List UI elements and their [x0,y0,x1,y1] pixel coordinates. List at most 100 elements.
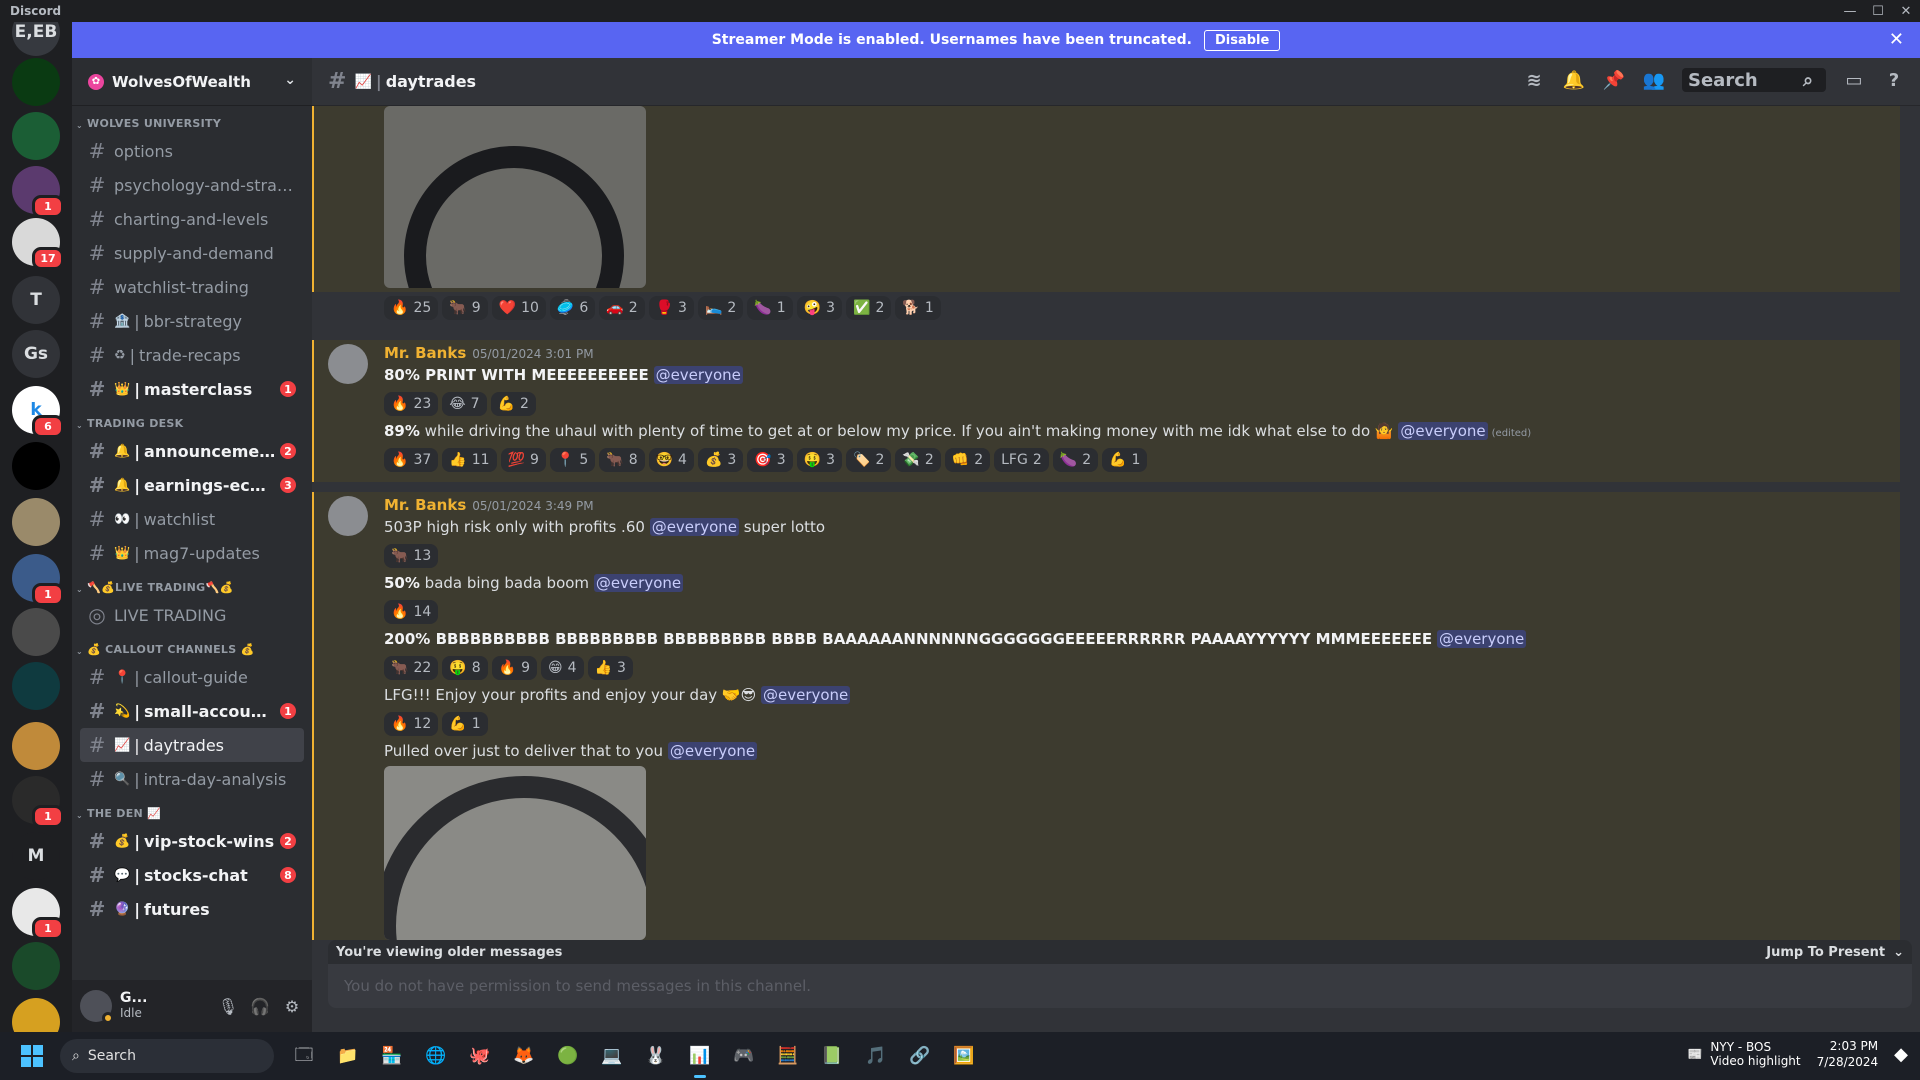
taskbar-app-icon[interactable]: 📊 [684,1040,716,1078]
category-header[interactable]: ⌄ 🪓💰LIVE TRADING🪓💰 [72,570,312,598]
everyone-mention[interactable]: @everyone [667,742,758,760]
server-icon[interactable] [12,112,60,160]
channel-item[interactable]: # supply-and-demand [80,236,304,270]
reaction-pill[interactable]: 🍆 1 [747,296,793,320]
category-header[interactable]: ⌄ TRADING DESK [72,406,312,434]
server-icon[interactable]: E,EB [12,22,60,56]
reaction-pill[interactable]: 🔥 9 [491,656,537,680]
server-icon[interactable]: 17 [12,218,64,270]
channel-item[interactable]: # 💫|small-account-...1 [80,694,304,728]
bell-icon[interactable]: 🔔 [1562,70,1586,91]
reaction-pill[interactable]: 🐂 9 [442,296,488,320]
server-icon[interactable]: 1 [12,554,64,606]
taskbar-app-icon[interactable]: 🟢 [552,1040,584,1072]
news-widget[interactable]: 📰 NYY - BOS Video highlight [1687,1040,1800,1068]
taskbar-app-icon[interactable]: 🎵 [860,1040,892,1072]
inbox-icon[interactable]: ▭ [1842,70,1866,91]
channel-item[interactable]: # 🔍 | intra-day-analysis [80,762,304,796]
channel-item[interactable]: # 🔔 | announcements 2 [80,434,304,468]
taskbar-app-icon[interactable]: 🐙 [464,1040,496,1072]
close-window-button[interactable]: ✕ [1892,0,1920,22]
reaction-pill[interactable]: 💯 9 [500,448,546,472]
server-icon[interactable] [12,662,60,710]
search-input[interactable]: Search ⌕ [1682,68,1826,92]
reaction-pill[interactable]: 🔥 25 [384,296,439,320]
reaction-pill[interactable]: 🐂 13 [384,544,439,568]
gear-icon[interactable]: ⚙ [280,994,304,1018]
pin-icon[interactable]: 📌 [1602,70,1626,91]
server-icon[interactable]: 1 [12,776,64,828]
server-icon[interactable]: T [12,276,60,324]
disable-streamer-button[interactable]: Disable [1203,29,1281,51]
taskbar-app-icon[interactable]: 🎮 [728,1040,760,1072]
server-icon[interactable] [12,58,60,106]
reaction-pill[interactable]: LFG 2 [994,448,1049,472]
reaction-pill[interactable]: 🔥 12 [384,712,439,736]
avatar[interactable] [80,990,114,1024]
channel-item[interactable]: # charting-and-levels [80,202,304,236]
channel-item[interactable]: # 💰 | vip-stock-wins 2 [80,824,304,858]
channel-item[interactable]: # 📍 | callout-guide [80,660,304,694]
start-button[interactable] [8,1032,56,1080]
server-icon[interactable] [12,498,60,546]
server-icon[interactable] [12,998,60,1032]
reaction-pill[interactable]: 👊 2 [944,448,991,472]
channel-item[interactable]: # ♻ | trade-recaps [80,338,304,372]
everyone-mention[interactable]: @everyone [761,686,851,704]
taskbar-app-icon[interactable]: 🌐 [420,1040,452,1072]
reaction-pill[interactable]: 💰 3 [697,448,744,472]
everyone-mention[interactable]: @everyone [593,574,684,592]
attachment-image[interactable] [384,766,646,940]
channel-item[interactable]: # 👑 | mag7-updates [80,536,304,570]
everyone-mention[interactable]: @everyone [1436,630,1527,648]
channel-item[interactable]: # 💬 | stocks-chat 8 [80,858,304,892]
taskbar-app-icon[interactable]: 🔗 [904,1040,936,1072]
reaction-pill[interactable]: 🔥 23 [384,392,439,416]
reaction-pill[interactable]: 👍 11 [442,448,497,472]
message-author[interactable]: Mr. Banks 05/01/2024 3:01 PM [384,344,594,362]
guild-header[interactable]: ✿ WolvesOfWealth ⌄ [72,58,312,106]
reaction-pill[interactable]: 💸 2 [895,448,941,472]
server-icon[interactable] [12,608,60,656]
channel-item[interactable]: # 🏦 | bbr-strategy [80,304,304,338]
server-icon[interactable]: M [12,832,60,880]
author-avatar[interactable] [328,496,368,536]
reaction-pill[interactable]: 😂 7 [442,392,487,416]
channel-item[interactable]: # psychology-and-strategi... [80,168,304,202]
server-icon[interactable] [12,442,60,490]
message-author[interactable]: Mr. Banks 05/01/2024 3:49 PM [384,496,594,514]
taskbar-app-icon[interactable]: 💻 [596,1040,628,1072]
everyone-mention[interactable]: @everyone [649,518,739,536]
category-header[interactable]: ⌄ WOLVES UNIVERSITY [72,106,312,134]
reaction-pill[interactable]: 😁 4 [540,656,584,680]
headphones-icon[interactable]: 🎧 [248,994,272,1018]
author-avatar[interactable] [328,344,368,384]
reaction-pill[interactable]: 📍 5 [549,448,596,472]
taskbar-search[interactable]: ⌕ Search [60,1039,274,1073]
reaction-pill[interactable]: 🤑 3 [796,448,843,472]
minimize-button[interactable]: — [1836,0,1864,22]
reaction-pill[interactable]: 🤓 4 [648,448,694,472]
category-header[interactable]: ⌄ 💰 CALLOUT CHANNELS 💰 [72,632,312,660]
taskbar-app-icon[interactable]: 🐰 [640,1040,672,1072]
everyone-mention[interactable]: @everyone [1398,422,1488,440]
reaction-pill[interactable]: ❤️ 10 [491,296,546,320]
jump-to-present-button[interactable]: Jump To Present [1766,945,1885,960]
server-icon[interactable]: 1 [12,888,64,940]
reaction-pill[interactable]: 🏷️ 2 [846,448,892,472]
taskbar-app-icon[interactable]: 🦊 [508,1040,540,1072]
everyone-mention[interactable]: @everyone [653,366,743,384]
reaction-pill[interactable]: 🔥 14 [384,600,439,624]
taskbar-app-icon[interactable]: 📁 [332,1040,364,1072]
channel-item[interactable]: # 👑 | masterclass 1 [80,372,304,406]
reaction-pill[interactable]: 🐕 1 [895,296,941,320]
reaction-pill[interactable]: ✅ 2 [846,296,892,320]
reaction-pill[interactable]: 🤑 8 [442,656,488,680]
maximize-button[interactable]: ☐ [1864,0,1892,22]
channel-item[interactable]: # 🔮 | futures [80,892,304,926]
microphone-icon[interactable]: 🎙 [216,994,240,1018]
clock[interactable]: 2:03 PM 7/28/2024 [1817,1038,1879,1070]
reaction-pill[interactable]: 👍 3 [587,656,633,680]
channel-item[interactable]: # options [80,134,304,168]
channel-item[interactable]: # watchlist-trading [80,270,304,304]
